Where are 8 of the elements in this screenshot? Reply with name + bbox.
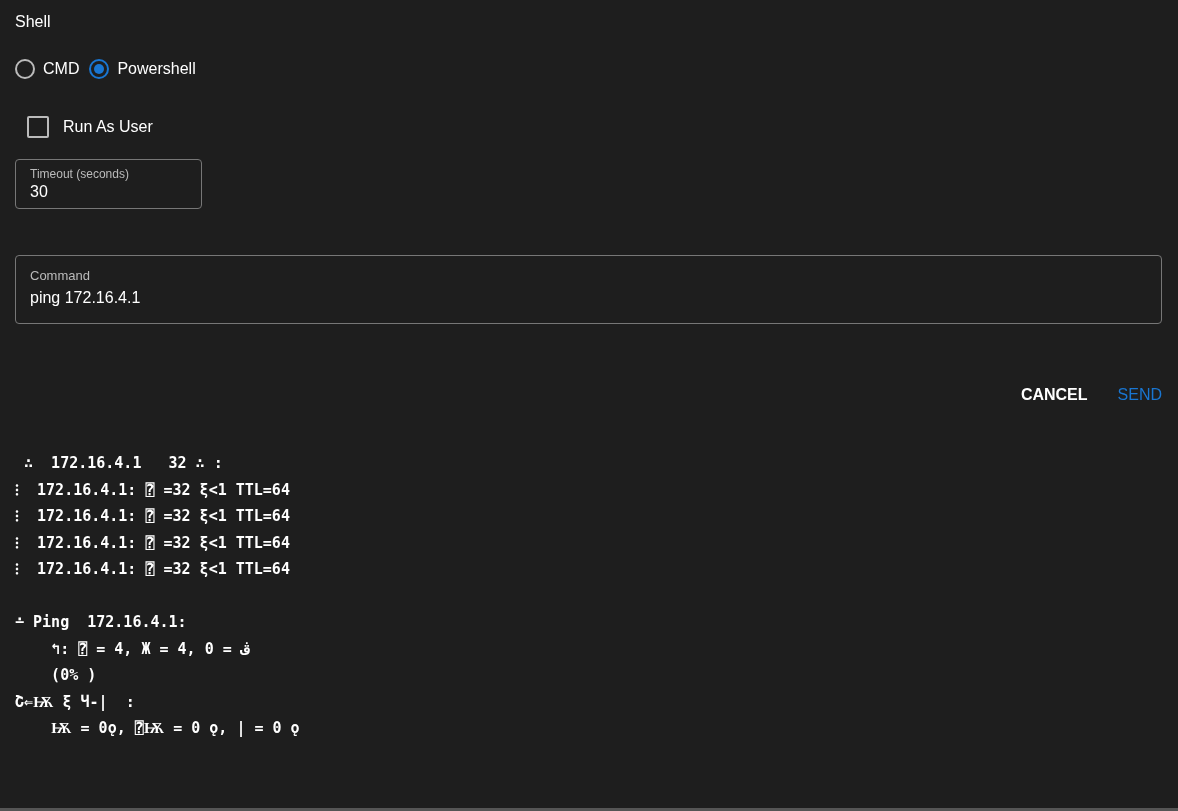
send-button[interactable]: SEND [1093, 380, 1162, 410]
shell-label: Shell [15, 12, 52, 32]
cancel-button[interactable]: CANCEL [996, 380, 1088, 410]
command-field[interactable]: Command ping 172.16.4.1 [15, 255, 1162, 324]
run-as-user-checkbox[interactable]: Run As User [27, 113, 1162, 141]
timeout-field[interactable]: Timeout (seconds) 30 [15, 159, 202, 209]
radio-option[interactable]: CMD [15, 59, 80, 79]
radio-option[interactable]: Powershell [89, 59, 196, 79]
